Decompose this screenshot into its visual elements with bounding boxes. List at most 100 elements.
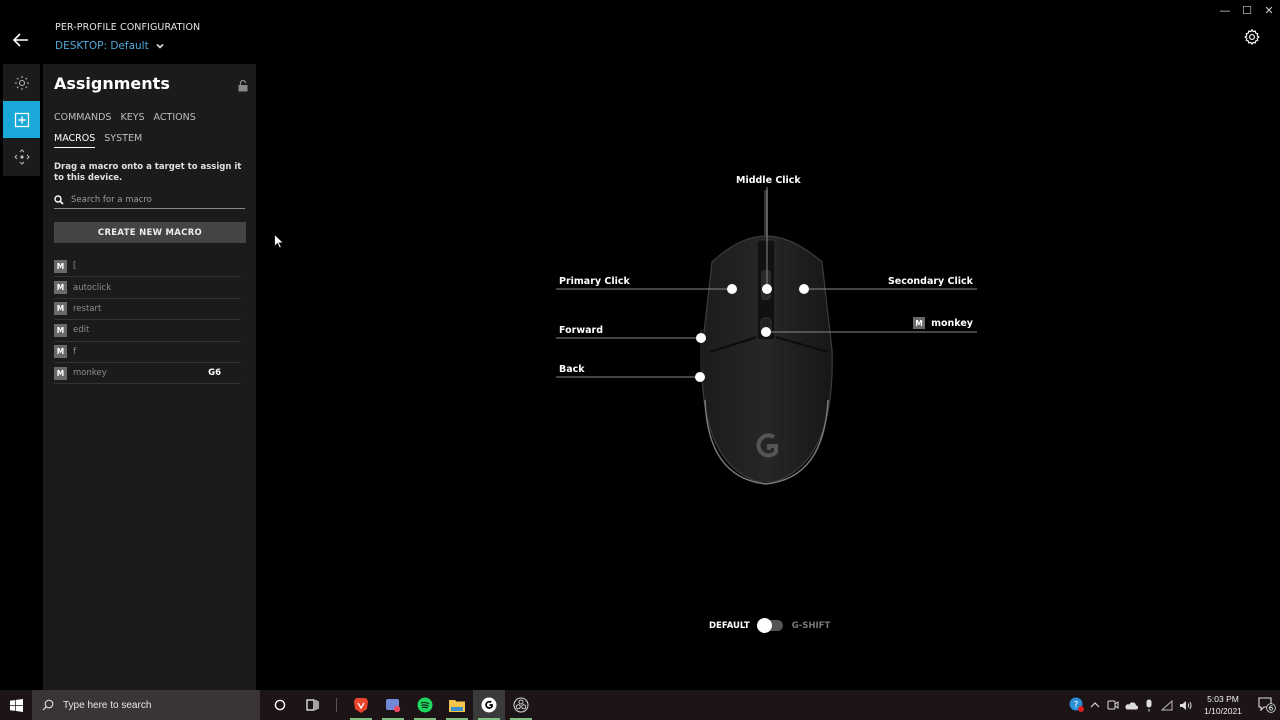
task-view-icon — [305, 699, 319, 711]
callout-g6[interactable]: M monkey — [913, 317, 973, 329]
macro-icon: M — [54, 302, 67, 316]
macro-search-input[interactable] — [71, 195, 231, 205]
taskbar-logitech-g-hub[interactable] — [473, 690, 505, 720]
hotspot-primary-click[interactable] — [727, 284, 737, 294]
windows-logo-icon — [9, 698, 23, 712]
plus-square-icon — [14, 112, 29, 127]
taskbar-search[interactable]: Type here to search — [32, 690, 260, 720]
macro-assigned-key: G6 — [208, 368, 221, 379]
callout-label: Primary Click — [559, 276, 630, 287]
macro-item[interactable]: M monkey G6 — [54, 363, 241, 385]
macro-icon: M — [913, 317, 926, 329]
folder-icon — [449, 700, 465, 712]
macro-item[interactable]: M autoclick — [54, 277, 241, 299]
button-seam — [709, 335, 829, 353]
speaker-icon — [1179, 700, 1192, 710]
mode-gshift-label[interactable]: G-SHIFT — [792, 621, 831, 631]
spotify-icon — [417, 697, 433, 713]
macro-item[interactable]: M restart — [54, 299, 241, 321]
logitech-g-icon — [481, 697, 497, 713]
tray-microphone[interactable] — [1141, 690, 1157, 720]
minimize-button[interactable]: — — [1214, 0, 1236, 20]
macro-item[interactable]: M edit — [54, 320, 241, 342]
macro-name: [ — [73, 261, 77, 272]
taskbar-brave[interactable] — [345, 690, 377, 720]
taskbar-cortana[interactable] — [264, 690, 296, 720]
notification-count: 6 — [1269, 705, 1274, 713]
tray-meet-now[interactable] — [1105, 690, 1121, 720]
tray-overflow[interactable] — [1087, 690, 1103, 720]
hotspot-forward[interactable] — [696, 333, 706, 343]
rail-dpi[interactable] — [3, 138, 40, 175]
taskbar-clock[interactable]: 5:03 PM 1/10/2021 — [1200, 693, 1246, 717]
search-icon — [54, 195, 64, 205]
hotspot-middle-click[interactable] — [762, 284, 772, 294]
tab-commands[interactable]: COMMANDS — [54, 112, 111, 126]
callout-back[interactable]: Back — [559, 364, 585, 375]
taskbar-obs[interactable] — [505, 690, 537, 720]
cortana-icon — [274, 699, 286, 711]
clock-time: 5:03 PM — [1207, 694, 1239, 704]
cloud-icon — [1125, 701, 1138, 709]
tray-help[interactable]: ? — [1069, 690, 1085, 720]
taskbar-discord[interactable] — [377, 690, 409, 720]
macro-name: f — [73, 346, 76, 357]
taskbar-task-view[interactable] — [296, 690, 328, 720]
macro-icon: M — [54, 281, 67, 295]
macro-icon: M — [54, 366, 67, 380]
tray-network[interactable] — [1159, 690, 1175, 720]
chevron-down-icon — [156, 43, 164, 49]
macro-item[interactable]: M [ — [54, 256, 241, 278]
move-arrows-icon — [13, 148, 30, 165]
callout-label: Secondary Click — [887, 276, 973, 287]
tab-system[interactable]: SYSTEM — [104, 133, 142, 148]
lock-open-icon[interactable] — [238, 80, 248, 92]
hotspot-back[interactable] — [695, 372, 705, 382]
macro-icon: M — [54, 323, 67, 337]
taskbar-file-explorer[interactable] — [441, 690, 473, 720]
macro-name: autoclick — [73, 282, 112, 293]
hotspot-g6[interactable] — [761, 327, 771, 337]
create-new-macro-button[interactable]: CREATE NEW MACRO — [54, 222, 246, 243]
macro-item[interactable]: M f — [54, 342, 241, 363]
maximize-button[interactable]: ☐ — [1236, 0, 1258, 20]
gshift-toggle[interactable] — [756, 618, 783, 633]
callout-forward[interactable]: Forward — [559, 325, 603, 336]
callout-label: Back — [559, 364, 585, 375]
brave-icon — [354, 697, 368, 713]
macro-name: restart — [73, 303, 102, 314]
close-button[interactable]: ✕ — [1258, 0, 1280, 20]
system-tray: ? 5:03 PM 1/10/2021 6 — [1068, 690, 1280, 720]
notification-icon: 6 — [1258, 697, 1276, 713]
mode-toggle-row: DEFAULT G-SHIFT — [709, 618, 831, 633]
hotspot-secondary-click[interactable] — [799, 284, 809, 294]
discord-icon — [386, 699, 401, 713]
callout-label: Middle Click — [736, 175, 801, 186]
callout-middle-click[interactable]: Middle Click — [736, 175, 801, 186]
tab-actions[interactable]: ACTIONS — [154, 112, 196, 126]
profile-selector[interactable]: DESKTOP: Default — [55, 40, 165, 52]
tab-keys[interactable]: KEYS — [120, 112, 144, 126]
macro-name: monkey — [73, 368, 107, 379]
rail-lighting[interactable] — [3, 64, 40, 101]
page-title: PER-PROFILE CONFIGURATION — [55, 22, 201, 33]
svg-text:?: ? — [1074, 701, 1079, 711]
settings-button[interactable] — [1243, 28, 1261, 46]
tray-onedrive[interactable] — [1123, 690, 1139, 720]
arrow-left-icon — [12, 33, 28, 47]
mode-default-label[interactable]: DEFAULT — [709, 621, 750, 631]
callout-label: Forward — [559, 325, 603, 336]
callout-secondary-click[interactable]: Secondary Click — [888, 276, 973, 287]
action-center-button[interactable]: 6 — [1254, 690, 1280, 720]
start-button[interactable] — [0, 690, 32, 720]
back-button[interactable] — [10, 29, 32, 51]
tab-macros[interactable]: MACROS — [54, 133, 96, 148]
callout-primary-click[interactable]: Primary Click — [559, 276, 630, 287]
camera-icon — [1107, 700, 1119, 710]
taskbar-spotify[interactable] — [409, 690, 441, 720]
nav-rail — [3, 64, 40, 176]
tray-volume[interactable] — [1177, 690, 1193, 720]
mouse-cable — [764, 190, 768, 240]
rail-assignments[interactable] — [3, 101, 40, 138]
macro-icon: M — [54, 259, 67, 273]
